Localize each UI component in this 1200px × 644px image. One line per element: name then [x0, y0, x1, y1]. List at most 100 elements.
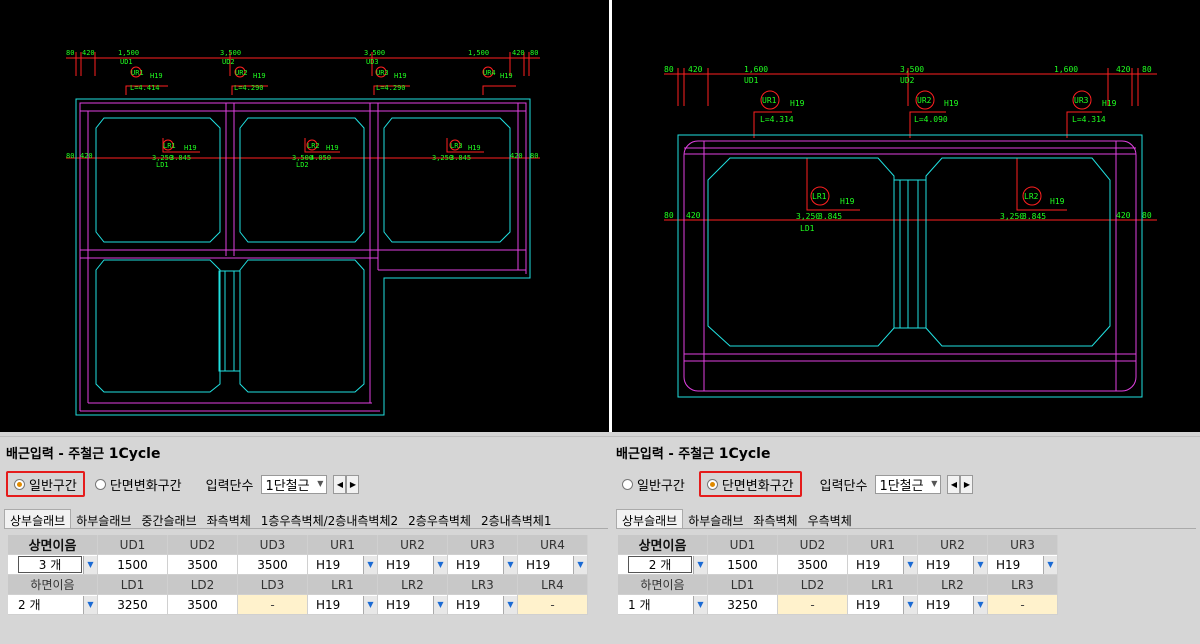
cad-label: 3.845: [1022, 212, 1046, 221]
dropdown-arrow-icon[interactable]: ▼: [973, 595, 987, 614]
dropdown-arrow-icon[interactable]: ▼: [503, 555, 517, 574]
rebar-select[interactable]: H19 ▼: [918, 595, 988, 615]
grid-cell[interactable]: 1500: [708, 555, 778, 575]
dropdown-arrow-icon[interactable]: ▼: [83, 595, 97, 614]
radio-general-section[interactable]: 일반구간: [616, 471, 691, 497]
rebar-select[interactable]: H19 ▼: [308, 555, 378, 575]
cad-view-right[interactable]: 80 420 1,600 3,500 1,600 420 80 UD1 UD2 …: [612, 0, 1200, 432]
grid-cell[interactable]: 3500: [168, 595, 238, 615]
cad-dim-text: 3,500: [900, 65, 924, 74]
dropdown-arrow-icon[interactable]: ▼: [693, 595, 707, 614]
next-arrow-icon[interactable]: ▶: [346, 474, 360, 494]
top-splice-count[interactable]: 3 개 ▼: [8, 555, 98, 575]
cad-dim-text: 3,500: [364, 49, 385, 57]
grid-header: UR3: [988, 535, 1058, 555]
cad-label: LR1: [812, 192, 827, 201]
rebar-select[interactable]: H19 ▼: [448, 595, 518, 615]
title-cycle: 1Cycle: [108, 446, 161, 462]
bottom-splice-count[interactable]: 1 개 ▼: [618, 595, 708, 615]
count-value: 2 개: [18, 598, 41, 612]
cad-label: UR4: [483, 69, 496, 77]
cad-label: H19: [394, 72, 407, 80]
dropdown-arrow-icon[interactable]: ▼: [433, 555, 447, 574]
grid-header: UD2: [778, 535, 848, 555]
table-row: 하면이음 LD1 LD2 LD3 LR1 LR2 LR3 LR4: [8, 575, 588, 595]
tab-middle-slab[interactable]: 중간슬래브: [136, 510, 201, 529]
dropdown-arrow-icon[interactable]: ▼: [363, 555, 377, 574]
radio-section-change[interactable]: 단면변화구간: [89, 471, 188, 497]
rebar-select[interactable]: H19 ▼: [378, 555, 448, 575]
tab-bottom-slab[interactable]: 하부슬래브: [683, 510, 748, 529]
rebar-select[interactable]: H19 ▼: [918, 555, 988, 575]
cad-dim-text: 420: [1116, 65, 1131, 74]
grid-cell[interactable]: 3500: [238, 555, 308, 575]
radio-section-change[interactable]: 단면변화구간: [698, 471, 802, 497]
dropdown-arrow-icon[interactable]: ▼: [503, 595, 517, 614]
input-level-combo[interactable]: 1단철근 ▼: [875, 474, 942, 494]
tab-top-slab[interactable]: 상부슬래브: [4, 509, 72, 529]
cad-label: L=4.314: [1072, 115, 1106, 124]
tab-bottom-slab[interactable]: 하부슬래브: [71, 510, 136, 529]
rebar-select[interactable]: H19 ▼: [378, 595, 448, 615]
cad-dim-text: 1,500: [118, 49, 139, 57]
grid-header: LR2: [918, 575, 988, 595]
grid-header: LD2: [778, 575, 848, 595]
rebar-value: H19: [856, 557, 881, 572]
dropdown-arrow-icon[interactable]: ▼: [433, 595, 447, 614]
grid-cell[interactable]: 3250: [98, 595, 168, 615]
cad-label: 4.050: [310, 154, 331, 162]
radio-general-label: 일반구간: [637, 478, 685, 494]
dropdown-arrow-icon[interactable]: ▼: [693, 555, 707, 574]
input-level-combo[interactable]: 1단철근 ▼: [261, 474, 328, 494]
table-row: 2 개 ▼ 3250 3500 - H19 ▼ H19 ▼ H19 ▼ -: [8, 595, 588, 615]
dropdown-arrow-icon[interactable]: ▼: [573, 555, 587, 574]
rebar-select[interactable]: H19 ▼: [518, 555, 588, 575]
dropdown-arrow-icon[interactable]: ▼: [903, 595, 917, 614]
tab-right-wall-1f[interactable]: 1층우측벽체/2층내측벽체2: [256, 510, 403, 529]
tab-inner-wall-2f[interactable]: 2층내측벽체1: [476, 510, 556, 529]
cad-label: L=4.290: [234, 84, 264, 92]
cad-label: UR1: [762, 96, 777, 105]
cad-label: H19: [1050, 197, 1065, 206]
grid-cell[interactable]: 3500: [778, 555, 848, 575]
grid-header: LD1: [708, 575, 778, 595]
prev-arrow-icon[interactable]: ◀: [947, 474, 961, 494]
dropdown-arrow-icon[interactable]: ▼: [363, 595, 377, 614]
cad-label: H19: [944, 99, 959, 108]
rebar-select[interactable]: H19 ▼: [848, 595, 918, 615]
tab-right-wall-2f[interactable]: 2층우측벽체: [403, 510, 476, 529]
rebar-value: H19: [316, 597, 341, 612]
dropdown-arrow-icon[interactable]: ▼: [903, 555, 917, 574]
tab-right-wall[interactable]: 우측벽체: [803, 510, 857, 529]
bottom-splice-count[interactable]: 2 개 ▼: [8, 595, 98, 615]
cad-label: H19: [468, 144, 481, 152]
rebar-value: H19: [316, 557, 341, 572]
radio-general-section[interactable]: 일반구간: [6, 471, 85, 497]
rebar-select[interactable]: H19 ▼: [988, 555, 1058, 575]
grid-cell[interactable]: 3500: [168, 555, 238, 575]
rebar-select[interactable]: H19 ▼: [308, 595, 378, 615]
cad-dim-text: 80: [530, 152, 538, 160]
grid-header: 하면이음: [8, 575, 98, 595]
dropdown-arrow-icon[interactable]: ▼: [83, 555, 97, 574]
dropdown-arrow-icon[interactable]: ▼: [973, 555, 987, 574]
grid-cell[interactable]: 1500: [98, 555, 168, 575]
radio-general-label: 일반구간: [29, 478, 77, 494]
tab-left-wall[interactable]: 좌측벽체: [748, 510, 802, 529]
top-splice-count[interactable]: 2 개 ▼: [618, 555, 708, 575]
title-cycle: 1Cycle: [718, 446, 771, 462]
rebar-select[interactable]: H19 ▼: [448, 555, 518, 575]
tab-left-wall[interactable]: 좌측벽체: [202, 510, 256, 529]
prev-arrow-icon[interactable]: ◀: [333, 474, 347, 494]
input-level-label: 입력단수: [205, 478, 254, 494]
rebar-select[interactable]: H19 ▼: [848, 555, 918, 575]
grid-cell[interactable]: 3250: [708, 595, 778, 615]
next-arrow-icon[interactable]: ▶: [960, 474, 974, 494]
cad-dim-text: 1,600: [744, 65, 768, 74]
count-value: 3 개: [18, 556, 82, 573]
tab-top-slab[interactable]: 상부슬래브: [616, 509, 684, 529]
cad-label: UD2: [222, 58, 235, 66]
title-prefix: 배근입력 - 주철근: [6, 447, 105, 462]
dropdown-arrow-icon[interactable]: ▼: [1043, 555, 1057, 574]
cad-view-left[interactable]: 80 420 1,500 3,500 3,500 1,500 420 80 UD…: [0, 0, 609, 432]
